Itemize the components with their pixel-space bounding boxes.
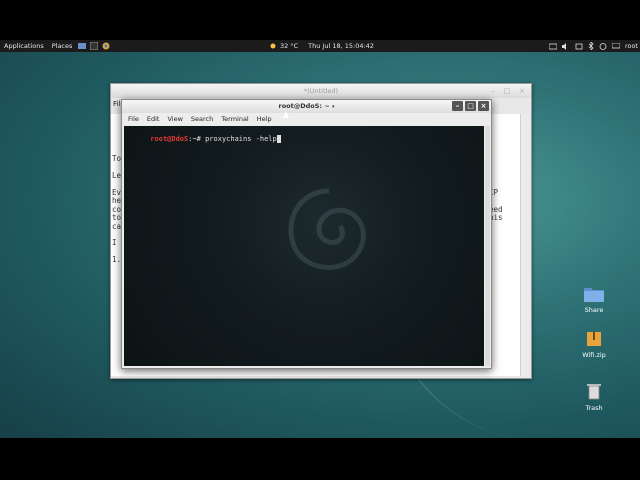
editor-scrollbar[interactable] [520, 114, 529, 376]
volume-icon[interactable] [561, 42, 570, 50]
command-input[interactable]: proxychains -help [205, 135, 277, 143]
editor-minimize-button[interactable]: – [491, 84, 495, 98]
editor-maximize-button[interactable]: □ [504, 84, 511, 98]
browser-launcher-icon[interactable] [102, 42, 110, 50]
bluetooth-icon[interactable] [588, 42, 594, 50]
terminal-menu-help[interactable]: Help [253, 113, 276, 125]
bottom-letterbox [0, 438, 640, 480]
editor-close-button[interactable]: × [519, 84, 525, 98]
keyboard-icon[interactable] [548, 43, 557, 50]
prompt-line: root@DdoS:~# proxychains -help [125, 127, 281, 151]
editor-line: to [112, 213, 122, 222]
editor-line: 1. [112, 255, 122, 264]
terminal-close-button[interactable]: × [478, 101, 489, 111]
desktop-icon-share[interactable]: Share [577, 286, 611, 314]
terminal-console[interactable]: root@DdoS:~# proxychains -help [124, 126, 484, 366]
terminal-launcher-icon[interactable] [90, 42, 99, 50]
weather-label[interactable]: 32 °C [280, 42, 298, 50]
terminal-menu-view[interactable]: View [163, 113, 186, 125]
terminal-menu-terminal[interactable]: Terminal [217, 113, 252, 125]
debian-swirl-watermark [288, 188, 366, 270]
terminal-menu-edit[interactable]: Edit [143, 113, 164, 125]
desktop-icon-label: Wifi.zip [582, 351, 606, 359]
editor-title: *(Untitled) [303, 87, 339, 95]
clock[interactable]: Thu Jul 18, 15:04:42 [308, 42, 374, 50]
top-panel: Applications Places 32 °C Thu Jul 18, 15… [0, 40, 640, 52]
terminal-window[interactable]: root@DdoS: ~ ▾ – □ × File Edit View Sear… [121, 99, 492, 369]
applications-menu[interactable]: Applications [0, 42, 48, 50]
desktop-icon-label: Share [584, 306, 604, 314]
file-manager-launcher-icon[interactable] [78, 42, 87, 50]
prompt-path: :~# [188, 135, 206, 143]
weather-icon [270, 43, 276, 49]
desktop-icon-wifi-zip[interactable]: Wifi.zip [577, 331, 611, 359]
top-letterbox [0, 0, 640, 40]
folder-icon [584, 288, 604, 302]
chevron-down-icon[interactable]: ▾ [332, 104, 335, 110]
prompt-user: root@DdoS [150, 135, 189, 143]
network-icon[interactable] [575, 43, 583, 50]
terminal-title: root@DdoS: ~ [278, 102, 330, 110]
desktop-icon-label: Trash [585, 404, 603, 412]
places-menu[interactable]: Places [48, 42, 77, 50]
accessibility-icon[interactable] [599, 42, 607, 50]
terminal-scrollbar[interactable] [485, 126, 490, 366]
text-cursor [276, 135, 281, 143]
terminal-menu-search[interactable]: Search [187, 113, 217, 125]
mouse-pointer-icon [283, 111, 289, 118]
zip-icon [587, 332, 601, 346]
terminal-maximize-button[interactable]: □ [465, 101, 476, 111]
editor-titlebar[interactable]: *(Untitled) – □ × [111, 84, 531, 98]
terminal-menubar: File Edit View Search Terminal Help [122, 113, 491, 125]
trash-icon [587, 384, 601, 400]
terminal-titlebar[interactable]: root@DdoS: ~ ▾ – □ × [122, 100, 491, 113]
user-menu[interactable]: root [625, 42, 638, 50]
desktop-icon-trash[interactable]: Trash [577, 382, 611, 412]
display-icon[interactable] [611, 42, 620, 50]
terminal-menu-file[interactable]: File [124, 113, 143, 125]
terminal-minimize-button[interactable]: – [452, 101, 463, 111]
